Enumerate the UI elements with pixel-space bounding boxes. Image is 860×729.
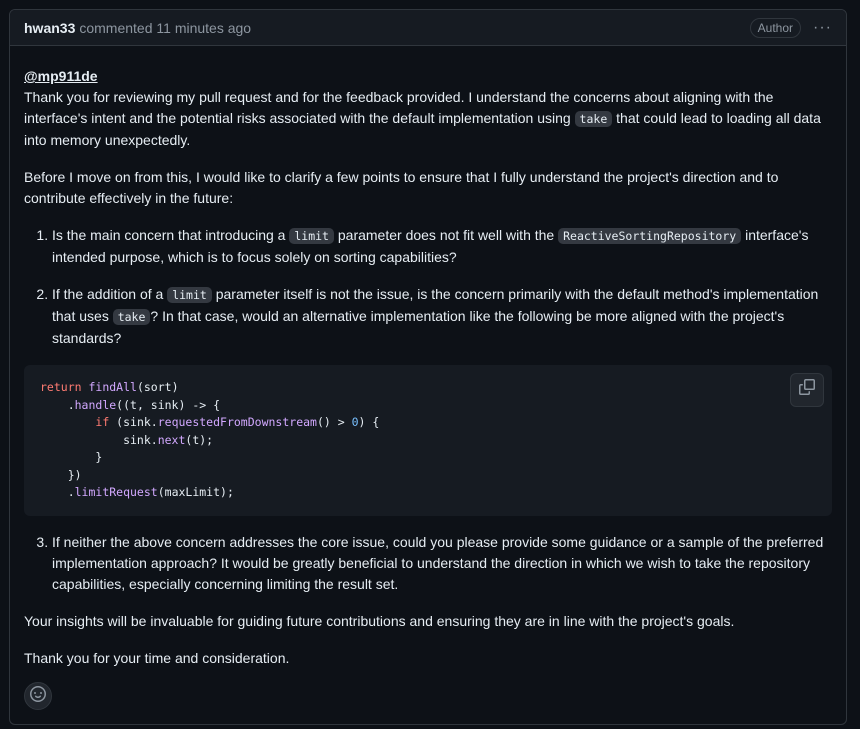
inline-code: limit <box>167 287 212 303</box>
inline-code: take <box>112 309 151 325</box>
function: findAll <box>88 380 137 394</box>
code-line: .handle((t, sink) -> { <box>40 397 816 415</box>
text: () > <box>316 415 352 429</box>
code-line: if (sink.requestedFromDownstream() > 0) … <box>40 414 816 432</box>
text: (sort) <box>136 380 179 394</box>
list-item: If neither the above concern addresses t… <box>52 532 832 595</box>
inline-code: ReactiveSortingRepository <box>558 228 742 244</box>
question-list: Is the main concern that introducing a l… <box>24 225 832 595</box>
keyword: return <box>40 380 82 394</box>
text: sink. <box>40 432 158 447</box>
code-line: .limitRequest(maxLimit); <box>40 484 816 502</box>
text <box>40 415 95 429</box>
inline-code: limit <box>289 228 334 244</box>
code-block[interactable]: return findAll(sort) .handle((t, sink) -… <box>24 365 832 516</box>
kebab-menu-icon[interactable]: ··· <box>813 19 832 37</box>
number: 0 <box>351 415 359 429</box>
comment-header: hwan33 commented 11 minutes ago Author ·… <box>10 10 846 46</box>
copy-icon <box>799 379 815 401</box>
mention-line: @mp911de <box>24 66 832 87</box>
text: parameter does not fit well with the <box>333 227 559 243</box>
mention-link[interactable]: @mp911de <box>24 68 98 84</box>
text: ) { <box>358 415 380 429</box>
keyword: if <box>95 415 110 429</box>
copy-button[interactable] <box>790 373 824 407</box>
text: (t); <box>185 432 214 447</box>
text: ((t, sink) -> { <box>116 397 221 412</box>
list-item: Is the main concern that introducing a l… <box>52 225 832 268</box>
function: handle <box>74 397 117 412</box>
author-link[interactable]: hwan33 <box>24 20 75 36</box>
function: next <box>157 432 186 447</box>
code-line: } <box>40 450 103 464</box>
text: (sink. <box>109 415 158 429</box>
smiley-icon <box>30 685 46 707</box>
author-badge: Author <box>749 17 802 38</box>
paragraph-1: Thank you for reviewing my pull request … <box>24 87 832 151</box>
code-line: sink.next(t); <box>40 432 816 450</box>
function: requestedFromDownstream <box>157 415 317 429</box>
code-line: }) <box>40 467 82 482</box>
text: If the addition of a <box>52 286 168 302</box>
paragraph-3: Your insights will be invaluable for gui… <box>24 612 735 629</box>
comment-timestamp[interactable]: commented 11 minutes ago <box>79 20 251 36</box>
list-item: If the addition of a limit parameter its… <box>24 284 832 516</box>
code-line: return findAll(sort) <box>40 379 816 397</box>
text: Is the main concern that introducing a <box>52 227 290 243</box>
text: . <box>40 485 75 499</box>
comment-card: hwan33 commented 11 minutes ago Author ·… <box>9 9 847 725</box>
paragraph-4: Thank you for your time and consideratio… <box>24 649 290 666</box>
inline-code: take <box>574 111 613 127</box>
add-reaction-button[interactable] <box>24 682 52 710</box>
function: limitRequest <box>74 485 158 499</box>
text: . <box>40 397 75 412</box>
text: ? In that case, would an alternative imp… <box>52 308 785 346</box>
text: (maxLimit); <box>157 485 234 499</box>
comment-body: @mp911de Thank you for reviewing my pull… <box>10 46 846 669</box>
paragraph-2: Before I move on from this, I would like… <box>24 169 779 206</box>
